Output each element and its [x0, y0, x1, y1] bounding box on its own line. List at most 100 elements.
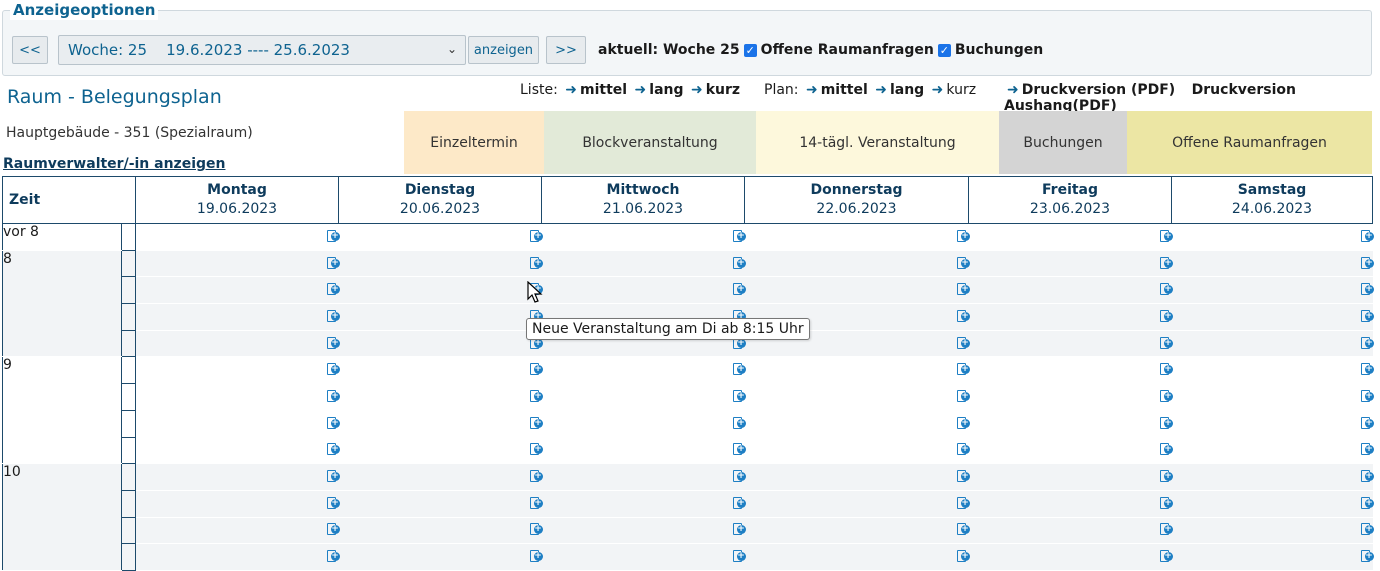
time-slot-marker — [121, 383, 137, 411]
add-event-icon[interactable] — [529, 550, 543, 564]
add-event-icon[interactable] — [732, 256, 746, 271]
add-event-icon[interactable] — [1159, 550, 1173, 564]
add-event-icon[interactable] — [732, 363, 746, 377]
arrow-right-icon: ➜ — [1007, 82, 1019, 98]
add-event-icon[interactable] — [529, 496, 543, 511]
add-event-icon[interactable] — [956, 389, 970, 404]
print-pdf-link[interactable]: Druckversion (PDF) — [1022, 82, 1175, 98]
add-event-icon[interactable] — [1159, 523, 1173, 537]
list-lang-link[interactable]: lang — [649, 82, 683, 98]
add-event-icon[interactable] — [956, 283, 970, 297]
room-manager-link[interactable]: Raumverwalter/-in anzeigen — [3, 156, 225, 172]
add-event-icon[interactable] — [529, 443, 543, 457]
add-event-icon[interactable] — [1159, 229, 1173, 244]
add-event-icon[interactable] — [1360, 443, 1374, 457]
add-event-icon[interactable] — [732, 229, 746, 244]
slot-cell — [968, 276, 1173, 305]
add-event-icon[interactable] — [1159, 363, 1173, 377]
add-event-icon[interactable] — [1360, 363, 1374, 377]
table-row — [3, 437, 1374, 465]
checkbox-buchungen[interactable]: ✓ — [937, 43, 951, 57]
slot-cell — [1171, 250, 1374, 278]
add-event-icon[interactable] — [1360, 550, 1374, 564]
day-header-donnerstag: Donnerstag 22.06.2023 — [744, 176, 970, 224]
chevron-down-icon: ⌄ — [446, 42, 457, 56]
plan-kurz-link[interactable]: kurz — [946, 82, 976, 98]
add-event-icon[interactable] — [956, 443, 970, 457]
add-event-icon[interactable] — [529, 416, 543, 431]
add-event-icon[interactable] — [956, 309, 970, 324]
add-event-icon[interactable] — [956, 256, 970, 271]
add-event-icon[interactable] — [1159, 256, 1173, 271]
add-event-icon[interactable] — [1360, 416, 1374, 431]
list-mittel-link[interactable]: mittel — [580, 82, 627, 98]
slot-cell — [135, 490, 340, 518]
add-event-icon[interactable] — [529, 256, 543, 271]
add-event-icon[interactable] — [1159, 309, 1173, 324]
add-event-icon[interactable] — [1159, 496, 1173, 511]
time-slot-marker — [121, 250, 137, 278]
add-event-icon[interactable] — [732, 550, 746, 564]
add-event-icon[interactable] — [956, 363, 970, 377]
add-event-icon[interactable] — [326, 523, 340, 537]
slot-cell — [541, 276, 746, 305]
add-event-icon[interactable] — [326, 496, 340, 511]
add-event-icon[interactable] — [1360, 229, 1374, 244]
add-event-icon[interactable] — [732, 443, 746, 457]
add-event-icon[interactable] — [1360, 470, 1374, 484]
plan-mittel-link[interactable]: mittel — [821, 82, 868, 98]
add-event-icon[interactable] — [326, 389, 340, 404]
add-event-icon[interactable] — [529, 470, 543, 484]
add-event-icon[interactable] — [529, 523, 543, 537]
add-event-icon[interactable] — [956, 336, 970, 351]
list-kurz-link[interactable]: kurz — [706, 82, 740, 98]
add-event-icon[interactable] — [956, 229, 970, 244]
add-event-icon[interactable] — [956, 523, 970, 537]
slot-cell — [135, 463, 340, 491]
add-event-icon[interactable] — [326, 416, 340, 431]
add-event-icon[interactable] — [956, 496, 970, 511]
add-event-icon[interactable] — [1159, 416, 1173, 431]
add-event-icon[interactable] — [956, 416, 970, 431]
add-event-icon[interactable] — [732, 416, 746, 431]
add-event-icon[interactable] — [529, 389, 543, 404]
add-event-icon[interactable] — [956, 550, 970, 564]
add-event-icon[interactable] — [1360, 523, 1374, 537]
add-event-icon[interactable] — [326, 283, 340, 297]
add-event-icon[interactable] — [326, 363, 340, 377]
checkbox-offene-raumanfragen[interactable]: ✓ — [743, 43, 757, 57]
add-event-icon[interactable] — [732, 470, 746, 484]
add-event-icon[interactable] — [1360, 283, 1374, 297]
add-event-icon[interactable] — [1159, 470, 1173, 484]
time-slot-marker — [121, 543, 137, 571]
add-event-icon[interactable] — [1360, 256, 1374, 271]
plan-lang-link[interactable]: lang — [890, 82, 924, 98]
add-event-icon[interactable] — [326, 229, 340, 244]
add-event-icon[interactable] — [326, 470, 340, 484]
add-event-icon[interactable] — [732, 523, 746, 537]
add-event-icon[interactable] — [1360, 336, 1374, 351]
add-event-icon[interactable] — [326, 256, 340, 271]
add-event-icon[interactable] — [1360, 389, 1374, 404]
add-event-icon[interactable] — [1159, 283, 1173, 297]
add-event-icon[interactable] — [326, 309, 340, 324]
next-week-button[interactable]: >> — [546, 36, 586, 64]
add-event-icon[interactable] — [732, 389, 746, 404]
add-event-icon[interactable] — [529, 229, 543, 244]
arrow-right-icon: ➜ — [875, 82, 887, 98]
add-event-icon[interactable] — [732, 496, 746, 511]
add-event-icon[interactable] — [326, 336, 340, 351]
add-event-icon[interactable] — [1159, 443, 1173, 457]
add-event-icon[interactable] — [326, 550, 340, 564]
week-select[interactable]: Woche: 25 19.6.2023 ---- 25.6.2023 ⌄ — [58, 35, 466, 65]
add-event-icon[interactable] — [326, 443, 340, 457]
add-event-icon[interactable] — [1360, 496, 1374, 511]
add-event-icon[interactable] — [732, 283, 746, 297]
prev-week-button[interactable]: << — [12, 36, 48, 64]
add-event-icon[interactable] — [956, 470, 970, 484]
add-event-icon[interactable] — [1159, 336, 1173, 351]
add-event-icon[interactable] — [1360, 309, 1374, 324]
add-event-icon[interactable] — [529, 363, 543, 377]
show-button[interactable]: anzeigen — [468, 36, 539, 64]
add-event-icon[interactable] — [1159, 389, 1173, 404]
